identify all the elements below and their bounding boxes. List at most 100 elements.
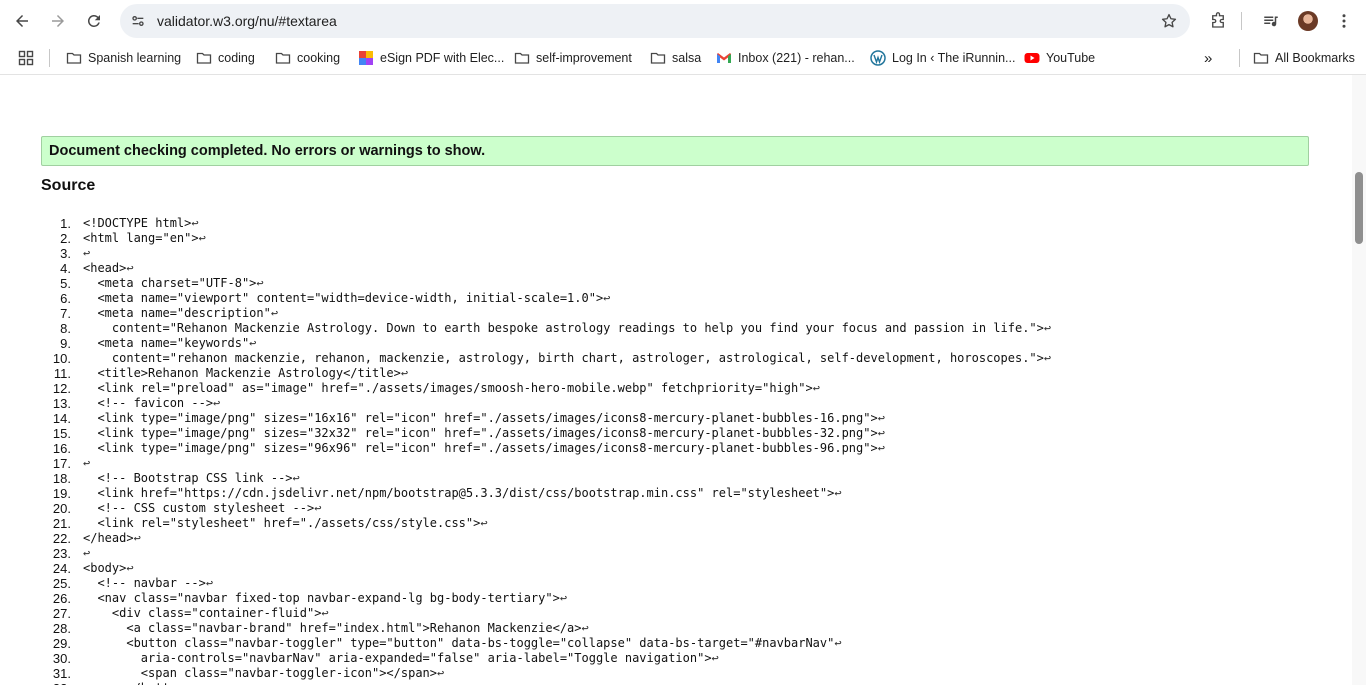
line-number: 1. <box>60 216 71 231</box>
source-line: 26. <nav class="navbar fixed-top navbar-… <box>0 591 1350 606</box>
back-icon[interactable] <box>10 9 34 33</box>
bookmark-star-icon[interactable] <box>1158 10 1180 32</box>
apps-icon[interactable] <box>18 48 34 68</box>
bookmark-label: Log In ‹ The iRunnin... <box>892 51 1016 65</box>
source-code-text: <!-- CSS custom stylesheet -->↩ <box>83 501 322 515</box>
source-line: 21. <link rel="stylesheet" href="./asset… <box>0 516 1350 531</box>
source-line: 1. <!DOCTYPE html>↩ <box>0 216 1350 231</box>
source-line: 15. <link type="image/png" sizes="32x32"… <box>0 426 1350 441</box>
bookmark-gmail-inbox[interactable]: Inbox (221) - rehan... <box>716 48 855 68</box>
address-bar[interactable]: validator.w3.org/nu/#textarea <box>120 4 1190 38</box>
line-end-icon: ↩ <box>877 426 885 440</box>
all-bookmarks-button[interactable]: All Bookmarks <box>1253 48 1355 68</box>
page-scrollbar[interactable] <box>1352 75 1366 685</box>
site-info-icon[interactable] <box>126 9 150 33</box>
line-number: 3. <box>60 246 71 261</box>
source-code-text: <button class="navbar-toggler" type="but… <box>83 636 842 650</box>
line-number: 22. <box>52 531 71 546</box>
line-end-icon: ↩ <box>812 381 820 395</box>
source-line: 16. <link type="image/png" sizes="96x96"… <box>0 441 1350 456</box>
source-line: 28. <a class="navbar-brand" href="index.… <box>0 621 1350 636</box>
bookmark-youtube[interactable]: YouTube <box>1024 48 1095 68</box>
source-line: 30. aria-controls="navbarNav" aria-expan… <box>0 651 1350 666</box>
scrollbar-thumb[interactable] <box>1355 172 1363 244</box>
source-line: 2. <html lang="en">↩ <box>0 231 1350 246</box>
folder-icon <box>275 50 291 66</box>
line-number: 9. <box>60 336 71 351</box>
bookmark-coding[interactable]: coding <box>196 48 255 68</box>
line-end-icon: ↩ <box>1043 321 1052 335</box>
line-end-icon: ↩ <box>198 231 206 245</box>
forward-icon[interactable] <box>46 9 70 33</box>
toolbar-divider <box>1241 12 1242 30</box>
source-code-text: <meta name="description"↩ <box>83 306 279 320</box>
line-end-icon: ↩ <box>205 576 214 590</box>
source-code-text: <span class="navbar-toggler-icon"></span… <box>83 666 445 680</box>
source-line: 23. ↩ <box>0 546 1350 561</box>
folder-icon <box>196 50 212 66</box>
source-code-text: aria-controls="navbarNav" aria-expanded=… <box>83 651 719 665</box>
source-code-text: ↩ <box>83 246 90 261</box>
line-number: 30. <box>52 651 71 666</box>
source-line: 31. <span class="navbar-toggler-icon"></… <box>0 666 1350 681</box>
source-line: 12. <link rel="preload" as="image" href=… <box>0 381 1350 396</box>
line-end-icon: ↩ <box>83 456 91 470</box>
line-end-icon: ↩ <box>834 636 842 650</box>
line-number: 32. <box>0 681 71 685</box>
source-line: 9. <meta name="keywords"↩ <box>0 336 1350 351</box>
line-number: 6. <box>60 291 71 306</box>
source-code-text: <link type="image/png" sizes="96x96" rel… <box>83 441 885 455</box>
source-code-text: content="Rehanon Mackenzie Astrology. Do… <box>83 321 1052 335</box>
bookmark-self-improvement[interactable]: self-improvement <box>514 48 632 68</box>
line-number: 12. <box>52 381 71 396</box>
url-text[interactable]: validator.w3.org/nu/#textarea <box>157 13 337 29</box>
source-line: 20. <!-- CSS custom stylesheet -->↩ <box>0 501 1350 516</box>
line-number: 18. <box>52 471 71 486</box>
source-code-text: <title>Rehanon Mackenzie Astrology</titl… <box>83 366 409 380</box>
line-number: 24. <box>52 561 71 576</box>
source-line: 11. <title>Rehanon Mackenzie Astrology</… <box>0 366 1350 381</box>
reload-icon[interactable] <box>82 9 106 33</box>
wordpress-icon <box>870 50 886 66</box>
source-line: 17. ↩ <box>0 456 1350 471</box>
line-number: 14. <box>52 411 71 426</box>
bookmark-spanish-learning[interactable]: Spanish learning <box>66 48 181 68</box>
line-number: 7. <box>60 306 71 321</box>
line-number: 15. <box>52 426 71 441</box>
folder-icon <box>1253 50 1269 66</box>
bookmarks-overflow-button[interactable]: » <box>1204 48 1212 68</box>
bookmark-salsa[interactable]: salsa <box>650 48 701 68</box>
line-number: 10. <box>52 351 71 366</box>
page-content: Document checking completed. No errors o… <box>0 75 1352 685</box>
line-number: 23. <box>52 546 71 561</box>
source-line: 3. ↩ <box>0 246 1350 261</box>
media-control-icon[interactable] <box>1259 9 1283 33</box>
source-line: 10. content="rehanon mackenzie, rehanon,… <box>0 351 1350 366</box>
bookmark-wordpress-login[interactable]: Log In ‹ The iRunnin... <box>870 48 1015 68</box>
source-code-text: content="rehanon mackenzie, rehanon, mac… <box>83 351 1052 365</box>
extensions-icon[interactable] <box>1206 9 1230 33</box>
more-menu-icon[interactable] <box>1332 9 1356 33</box>
source-code-text: <!-- favicon -->↩ <box>83 396 221 410</box>
avatar[interactable] <box>1298 11 1318 31</box>
line-number: 27. <box>52 606 71 621</box>
source-code-text: <meta charset="UTF-8">↩ <box>83 276 264 290</box>
source-line: 6. <meta name="viewport" content="width=… <box>0 291 1350 306</box>
line-number: 13. <box>52 396 71 411</box>
line-end-icon: ↩ <box>249 336 257 350</box>
line-number: 17. <box>52 456 71 471</box>
bookmark-label: self-improvement <box>536 51 632 65</box>
bookmarks-bar: Spanish learning coding cooking eSign PD… <box>0 42 1366 75</box>
bookmark-label: Spanish learning <box>88 51 182 65</box>
line-number: 26. <box>52 591 71 606</box>
line-end-icon: ↩ <box>877 441 885 455</box>
bookmark-label: cooking <box>297 51 341 65</box>
chevron-double-right-icon: » <box>1204 49 1213 67</box>
source-line: 14. <link type="image/png" sizes="16x16"… <box>0 411 1350 426</box>
line-end-icon: ↩ <box>292 471 300 485</box>
source-code-text: ↩ <box>83 546 90 561</box>
bookmark-label: coding <box>218 51 255 65</box>
source-code-text: <link rel="preload" as="image" href="./a… <box>83 381 820 395</box>
bookmark-cooking[interactable]: cooking <box>275 48 340 68</box>
bookmark-esign-pdf[interactable]: eSign PDF with Elec... <box>358 48 504 68</box>
